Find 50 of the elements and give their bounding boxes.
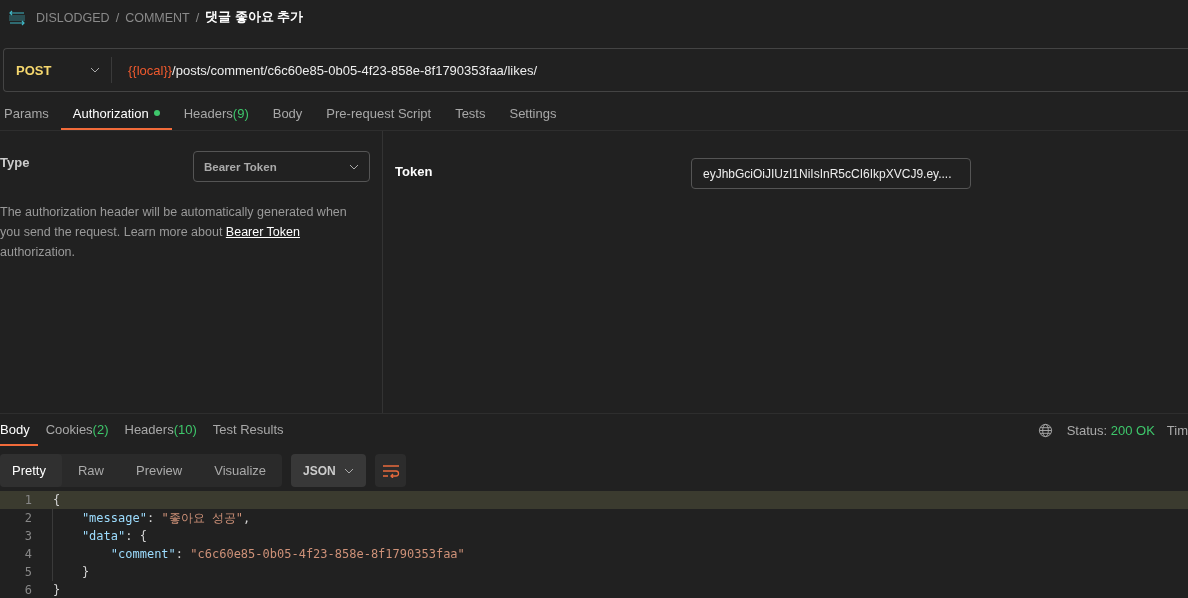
view-tab[interactable]: Raw	[61, 454, 120, 487]
request-tab[interactable]: Body	[260, 98, 315, 130]
type-label: Type	[0, 155, 30, 170]
request-tab[interactable]: Authorization	[60, 98, 172, 130]
response-tab[interactable]: Test Results	[204, 414, 292, 446]
method-dropdown[interactable]: POST	[4, 57, 112, 83]
breadcrumb-separator: /	[115, 10, 120, 25]
code-line: }	[52, 563, 90, 581]
request-tab[interactable]: Headers(9)	[171, 98, 261, 130]
line-number: 6	[23, 583, 33, 597]
chevron-down-icon	[344, 467, 355, 474]
request-title: 댓글 좋아요 추가	[205, 9, 304, 26]
code-line: "data": {	[52, 527, 147, 545]
bearer-token-link[interactable]: Bearer Token	[225, 225, 300, 239]
line-number: 2	[23, 511, 33, 525]
view-tab[interactable]: Preview	[120, 454, 199, 487]
code-line: {	[52, 492, 61, 509]
view-tab[interactable]: Visualize	[198, 454, 283, 487]
response-tab[interactable]: Cookies(2)	[37, 414, 117, 446]
wrap-icon	[381, 463, 400, 478]
request-tab[interactable]: Settings	[497, 98, 569, 130]
code-line: }	[52, 582, 61, 598]
request-tab[interactable]: Pre-request Script	[314, 98, 444, 130]
wrap-lines-button[interactable]	[375, 454, 407, 487]
http-icon	[8, 9, 26, 26]
line-number: 1	[23, 493, 33, 507]
request-tab[interactable]: Tests	[443, 98, 498, 130]
token-label: Token	[395, 164, 434, 179]
url-field[interactable]: {{local}}/posts/comment/c6c60e85-0b05-4f23-858e-8f1790353faa/likes/	[112, 62, 538, 78]
line-number: 5	[23, 565, 33, 579]
code-line: "message": "좋아요 성공",	[52, 509, 251, 527]
breadcrumb-separator: /	[195, 10, 200, 25]
time-label: Tim	[1166, 422, 1188, 438]
request-tab[interactable]: Params	[0, 98, 61, 130]
line-number: 3	[23, 529, 33, 543]
view-tab[interactable]: Pretty	[0, 454, 62, 487]
globe-icon[interactable]	[1037, 422, 1053, 438]
auth-description: The authorization header will be automatically generated when you send the request. Learn more about Bearer Token authorization.	[0, 204, 348, 261]
code-line: "comment": "c6c60e85-0b05-4f23-858e-8f1790353faa"	[52, 545, 465, 563]
auth-type-dropdown[interactable]: Bearer Token	[193, 151, 370, 182]
chevron-down-icon	[349, 163, 359, 170]
format-dropdown[interactable]: JSON	[291, 454, 367, 487]
response-tab[interactable]: Headers(10)	[116, 414, 205, 446]
breadcrumb-link[interactable]: DISLODGED	[36, 10, 110, 25]
line-number: 4	[23, 547, 33, 561]
chevron-down-icon	[90, 67, 100, 73]
breadcrumb-link[interactable]: COMMENT	[125, 10, 190, 25]
response-tab[interactable]: Body	[0, 414, 38, 446]
status-text: Status: 200 OK	[1066, 422, 1155, 438]
token-field[interactable]: eyJhbGciOiJIUzI1NiIsInR5cCI6IkpXVCJ9.ey....	[691, 158, 971, 189]
